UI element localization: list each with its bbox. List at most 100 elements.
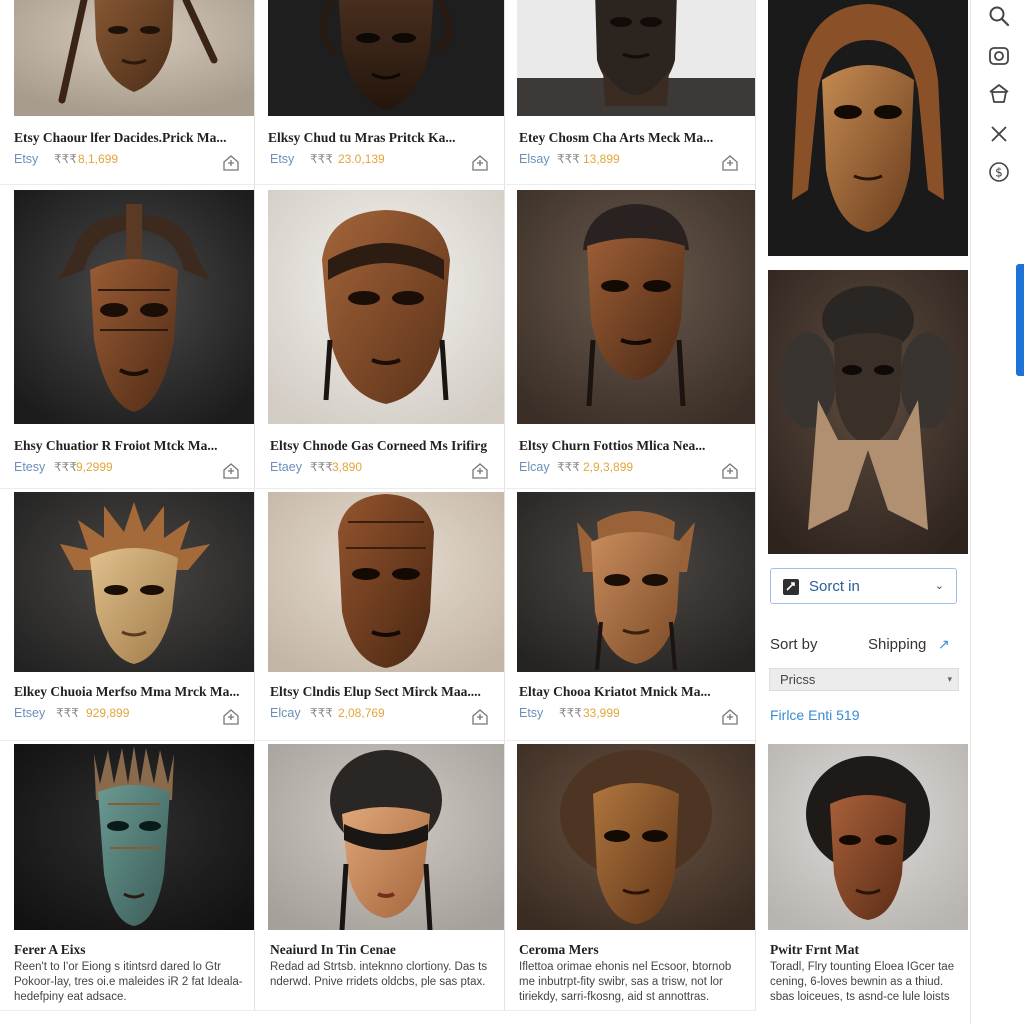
product-price: 33,999	[583, 706, 620, 720]
product-card[interactable]: Eltay Chooa Kriatot Mnick Ma... Etsy ₹₹₹…	[517, 492, 755, 740]
product-card[interactable]: Eltsy Chnode Gas Corneed Ms Irifirg Etae…	[268, 190, 504, 488]
favorite-icon[interactable]	[721, 154, 739, 172]
product-card[interactable]: Ferer A Eixs Reen't to I'or Eiong s itin…	[14, 744, 254, 1010]
product-card[interactable]: Ceroma Mers Iflettoa orimae ehonis nel E…	[517, 744, 755, 1010]
price-currency: ₹₹₹	[310, 460, 333, 474]
shop-name[interactable]: Etsy	[519, 706, 543, 720]
right-column: Sorct in ⌄ Sort by Shipping ↗ Pricss ▾ F…	[756, 0, 970, 1024]
product-card[interactable]: Neaiurd In Tin Cenae Redad ad Strtsb. in…	[268, 744, 504, 1010]
price-currency: ₹₹₹	[557, 460, 580, 474]
product-title[interactable]: Eltay Chooa Kriatot Mnick Ma...	[519, 684, 744, 700]
product-image[interactable]	[768, 744, 968, 930]
price-filter-link[interactable]: Firlce Enti 519	[770, 707, 859, 723]
product-title[interactable]: Elksy Chud tu Mras Pritck Ka...	[268, 130, 493, 146]
close-icon[interactable]	[987, 122, 1011, 146]
sort-in-button[interactable]: Sorct in ⌄	[770, 568, 957, 604]
product-title[interactable]: Ehsy Chuatior R Froiot Mtck Ma...	[14, 438, 239, 454]
product-price: 2,9,3,899	[583, 460, 634, 474]
product-price: 8,1,699	[78, 152, 119, 166]
product-image[interactable]	[14, 492, 254, 672]
product-card[interactable]	[768, 270, 968, 554]
product-card[interactable]: Elkey Chuoia Merfso Mma Mrck Ma... Etsey…	[14, 492, 254, 740]
product-price: 3,890	[332, 460, 363, 474]
select-arrow-icon: ▾	[947, 674, 952, 684]
shop-name[interactable]: Etsey	[14, 706, 45, 720]
product-description: Reen't to I'or Eiong s itintsrd dared lo…	[14, 961, 243, 1003]
product-title[interactable]: Eltsy Chnode Gas Corneed Ms Irifirg	[270, 438, 495, 454]
shop-name[interactable]: Etsy	[270, 152, 294, 166]
favorite-icon[interactable]	[471, 154, 489, 172]
product-image[interactable]	[517, 0, 755, 116]
favorite-icon[interactable]	[222, 154, 240, 172]
product-image[interactable]	[517, 190, 755, 424]
product-description: Iflettoa orimae ehonis nel Ecsoor, btorn…	[519, 961, 732, 1003]
product-description: Toradl, Flry tounting Eloea IGcer tae ce…	[770, 961, 955, 1003]
favorite-icon[interactable]	[471, 708, 489, 726]
basket-icon[interactable]	[987, 82, 1011, 106]
product-price: 929,899	[86, 706, 130, 720]
product-image[interactable]	[768, 270, 968, 554]
product-card[interactable]: Ehsy Chuatior R Froiot Mtck Ma... Etesy …	[14, 190, 254, 488]
product-image[interactable]	[268, 492, 504, 672]
price-currency: ₹₹₹	[54, 460, 77, 474]
row-divider	[0, 184, 755, 185]
camera-icon[interactable]	[987, 44, 1011, 68]
product-image[interactable]	[517, 744, 755, 930]
product-price: 13,899	[583, 152, 620, 166]
product-image[interactable]	[268, 744, 504, 930]
product-description: Redad ad Strtsb. inteknno clortiony. Das…	[270, 961, 488, 988]
product-title[interactable]: Etey Chosm Cha Arts Meck Ma...	[519, 130, 744, 146]
scrollbar-thumb[interactable]	[1016, 264, 1024, 376]
favorite-icon[interactable]	[721, 462, 739, 480]
product-title[interactable]: Etsy Chaour lfer Dacides.Prick Ma...	[14, 130, 239, 146]
product-image[interactable]	[768, 0, 968, 256]
product-title[interactable]: Ferer A Eixs	[14, 942, 239, 958]
product-card[interactable]: Etey Chosm Cha Arts Meck Ma... Elsay ₹₹₹…	[517, 0, 755, 184]
product-image[interactable]	[14, 0, 254, 116]
product-card[interactable]: Elksy Chud tu Mras Pritck Ka... Etsy ₹₹₹…	[268, 0, 504, 184]
price-currency: ₹₹₹	[310, 706, 333, 720]
shop-name[interactable]: Etsy	[14, 152, 38, 166]
product-title[interactable]: Elkey Chuoia Merfso Mma Mrck Ma...	[14, 684, 239, 700]
column-divider	[504, 0, 505, 1010]
shop-name[interactable]: Elcay	[519, 460, 550, 474]
shipping-link[interactable]: Shipping	[868, 636, 926, 653]
product-title[interactable]: Neaiurd In Tin Cenae	[270, 942, 495, 958]
favorite-icon[interactable]	[721, 708, 739, 726]
product-card[interactable]: Eltsy Clndis Elup Sect Mirck Maa.... Elc…	[268, 492, 504, 740]
favorite-icon[interactable]	[222, 708, 240, 726]
price-currency: ₹₹₹	[54, 152, 77, 166]
dollar-icon[interactable]: $	[987, 160, 1011, 184]
product-image[interactable]	[14, 744, 254, 930]
product-card[interactable]: Etsy Chaour lfer Dacides.Prick Ma... Ets…	[14, 0, 254, 184]
product-card[interactable]: Pwitr Frnt Mat Toradl, Flry tounting Elo…	[768, 744, 968, 1010]
svg-text:$: $	[995, 166, 1003, 180]
shop-name[interactable]: Etaey	[270, 460, 302, 474]
favorite-icon[interactable]	[471, 462, 489, 480]
product-title[interactable]: Ceroma Mers	[519, 942, 744, 958]
product-image[interactable]	[14, 190, 254, 424]
product-card[interactable]: Eltsy Churn Fottios Mlica Nea... Elcay ₹…	[517, 190, 755, 488]
product-image[interactable]	[268, 0, 504, 116]
price-currency: ₹₹₹	[559, 706, 582, 720]
product-image[interactable]	[268, 190, 504, 424]
product-price: 9,2999	[76, 460, 113, 474]
product-image[interactable]	[517, 492, 755, 672]
price-currency: ₹₹₹	[310, 152, 333, 166]
column-divider	[254, 0, 255, 1010]
shop-name[interactable]: Etesy	[14, 460, 45, 474]
product-title[interactable]: Eltsy Clndis Elup Sect Mirck Maa....	[270, 684, 495, 700]
row-divider	[0, 488, 755, 489]
search-icon[interactable]	[987, 4, 1011, 28]
shop-name[interactable]: Elsay	[519, 152, 550, 166]
favorite-icon[interactable]	[222, 462, 240, 480]
product-card[interactable]	[768, 0, 968, 256]
shop-name[interactable]: Elcay	[270, 706, 301, 720]
product-price: 2,08,769	[338, 706, 385, 720]
product-title[interactable]: Pwitr Frnt Mat	[770, 942, 965, 958]
external-arrow-icon[interactable]: ↗	[938, 636, 950, 653]
price-sort-select[interactable]: Pricss ▾	[769, 668, 959, 691]
row-divider	[0, 740, 755, 741]
product-title[interactable]: Eltsy Churn Fottios Mlica Nea...	[519, 438, 744, 454]
product-price: 23.0,139	[338, 152, 385, 166]
